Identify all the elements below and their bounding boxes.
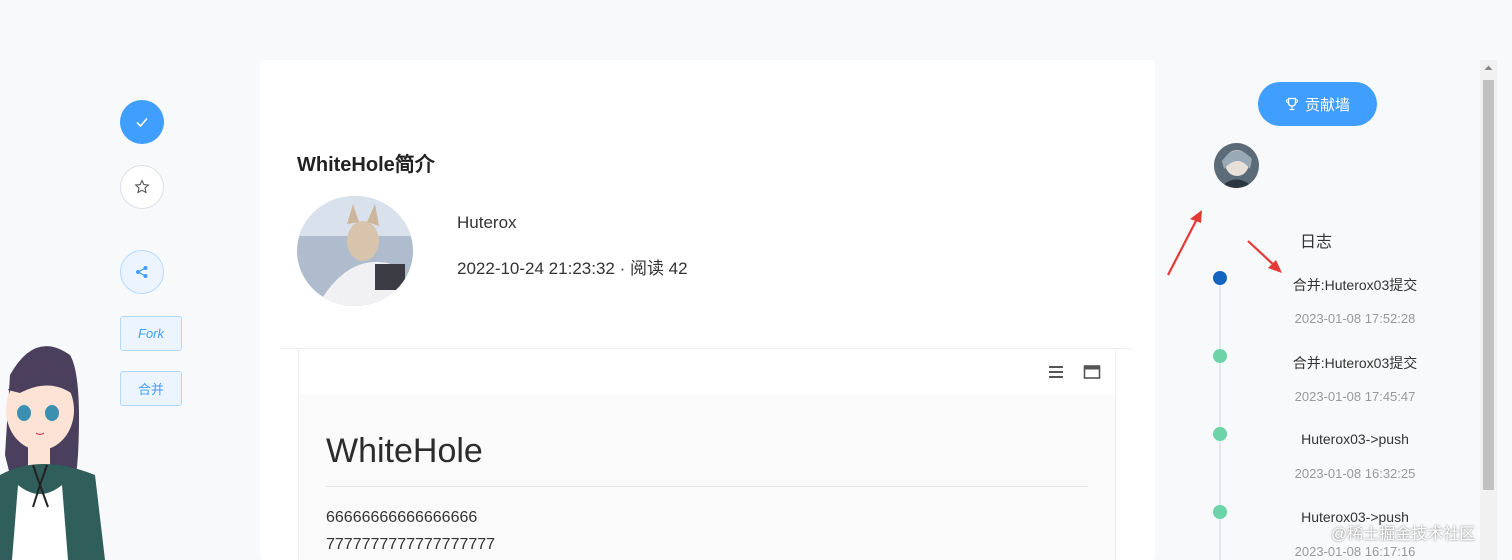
document-line: 66666666666666666 [326,509,478,526]
mascot-character-image [0,346,105,560]
scroll-up-arrow-icon[interactable] [1483,62,1494,74]
watermark: @稀土掘金技术社区 [1331,526,1476,543]
contributor-avatar-image [1214,143,1259,188]
share-button[interactable] [120,250,164,294]
heading-rule [326,486,1088,487]
markdown-viewer: WhiteHole 66666666666666666 777777777777… [298,350,1116,560]
scrollbar-thumb[interactable] [1483,80,1494,490]
timeline-item-title[interactable]: Huterox03->push [1240,431,1470,447]
author-avatar-image [297,196,413,306]
contribution-wall-button[interactable]: 贡献墙 [1258,82,1377,126]
page: Fork 合并 WhiteHole简介 Huterox 2022-10-24 2… [0,0,1512,560]
timeline-item-time: 2023-01-08 17:52:28 [1294,311,1416,326]
timeline-dot [1213,271,1227,285]
contributor-avatar[interactable] [1214,143,1259,188]
annotation-arrows [1167,210,1282,276]
viewer-toolbar [299,350,1115,395]
document-line: 7777777777777777777 [326,536,496,553]
author-name[interactable]: Huterox [457,213,517,233]
timeline-dot [1213,427,1227,441]
timeline-item-time: 2023-01-08 16:17:16 [1294,544,1416,559]
timeline-item-time: 2023-01-08 17:45:47 [1294,389,1416,404]
merge-button[interactable]: 合并 [120,371,182,406]
author-avatar[interactable] [297,196,413,306]
fullscreen-icon[interactable] [1083,364,1101,380]
check-icon [136,117,148,128]
timeline-item-title[interactable]: 合并:Huterox03提交 [1240,275,1470,295]
contribution-wall-label: 贡献墙 [1304,96,1350,114]
post-card: WhiteHole简介 Huterox 2022-10-24 21:23:32 … [260,60,1155,560]
trophy-icon [1285,97,1298,111]
document-heading: WhiteHole [326,432,483,470]
timeline-item-title[interactable]: 合并:Huterox03提交 [1240,353,1470,373]
log-title: 日志 [1300,234,1333,251]
share-icon [136,266,148,278]
star-icon [134,179,150,194]
post-title: WhiteHole简介 [297,154,435,176]
timeline-item-time: 2023-01-08 16:32:25 [1294,466,1416,481]
document-body: WhiteHole 66666666666666666 777777777777… [299,395,1115,560]
divider [280,348,1133,349]
check-button[interactable] [120,100,164,144]
fork-button[interactable]: Fork [120,316,182,351]
menu-icon[interactable] [1047,364,1065,380]
timeline-dot [1213,349,1227,363]
post-meta: 2022-10-24 21:23:32 · 阅读 42 [457,259,688,278]
star-button[interactable] [120,165,164,209]
timeline-dot [1213,505,1227,519]
